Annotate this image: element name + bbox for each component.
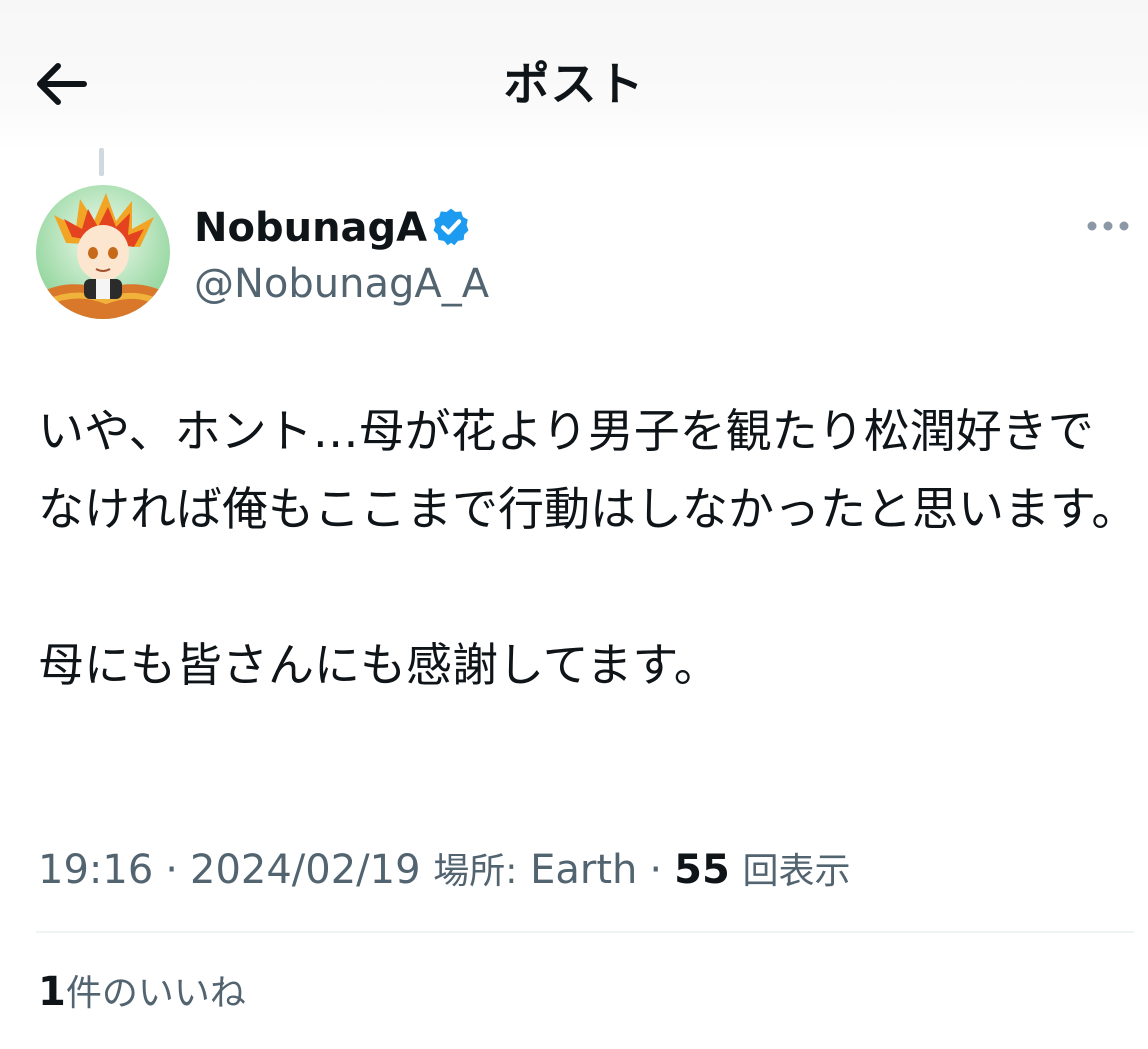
tweet-paragraph: いや、ホント…母が花より男子を観たり松潤好きでなければ俺もここまで行動はしなかっ… bbox=[38, 404, 1138, 536]
tweet-text: いや、ホント…母が花より男子を観たり松潤好きでなければ俺もここまで行動はしなかっ… bbox=[38, 392, 1138, 704]
thread-connector-line bbox=[99, 148, 104, 176]
location-label: 場所: bbox=[433, 851, 518, 892]
likes-count: 1 bbox=[38, 969, 66, 1015]
location-value: Earth bbox=[530, 847, 638, 893]
more-options-button[interactable] bbox=[1080, 210, 1136, 242]
page-title: ポスト bbox=[503, 57, 645, 111]
meta-separator: · bbox=[165, 847, 178, 893]
display-name[interactable]: NobunagA bbox=[194, 200, 427, 256]
tweet-date[interactable]: 2024/02/19 bbox=[190, 847, 421, 893]
more-horizontal-icon bbox=[1087, 221, 1129, 231]
divider bbox=[36, 931, 1134, 933]
verified-badge-icon bbox=[433, 208, 469, 246]
tweet-metadata: 19:16 · 2024/02/19 場所: Earth · 55 回表示 bbox=[38, 842, 851, 900]
view-count[interactable]: 55 bbox=[674, 847, 730, 893]
meta-separator: · bbox=[649, 847, 663, 893]
avatar[interactable] bbox=[36, 185, 170, 319]
tweet-paragraph: 母にも皆さんにも感謝してます。 bbox=[38, 638, 720, 692]
likes-link[interactable]: 1件のいいね bbox=[38, 964, 246, 1022]
avatar-image bbox=[36, 185, 170, 319]
view-count-label: 回表示 bbox=[742, 851, 851, 892]
likes-label: 件のいいね bbox=[65, 973, 246, 1014]
user-handle[interactable]: @NobunagA_A bbox=[194, 256, 489, 312]
tweet-time[interactable]: 19:16 bbox=[38, 847, 153, 893]
top-bar: ポスト bbox=[0, 0, 1148, 150]
